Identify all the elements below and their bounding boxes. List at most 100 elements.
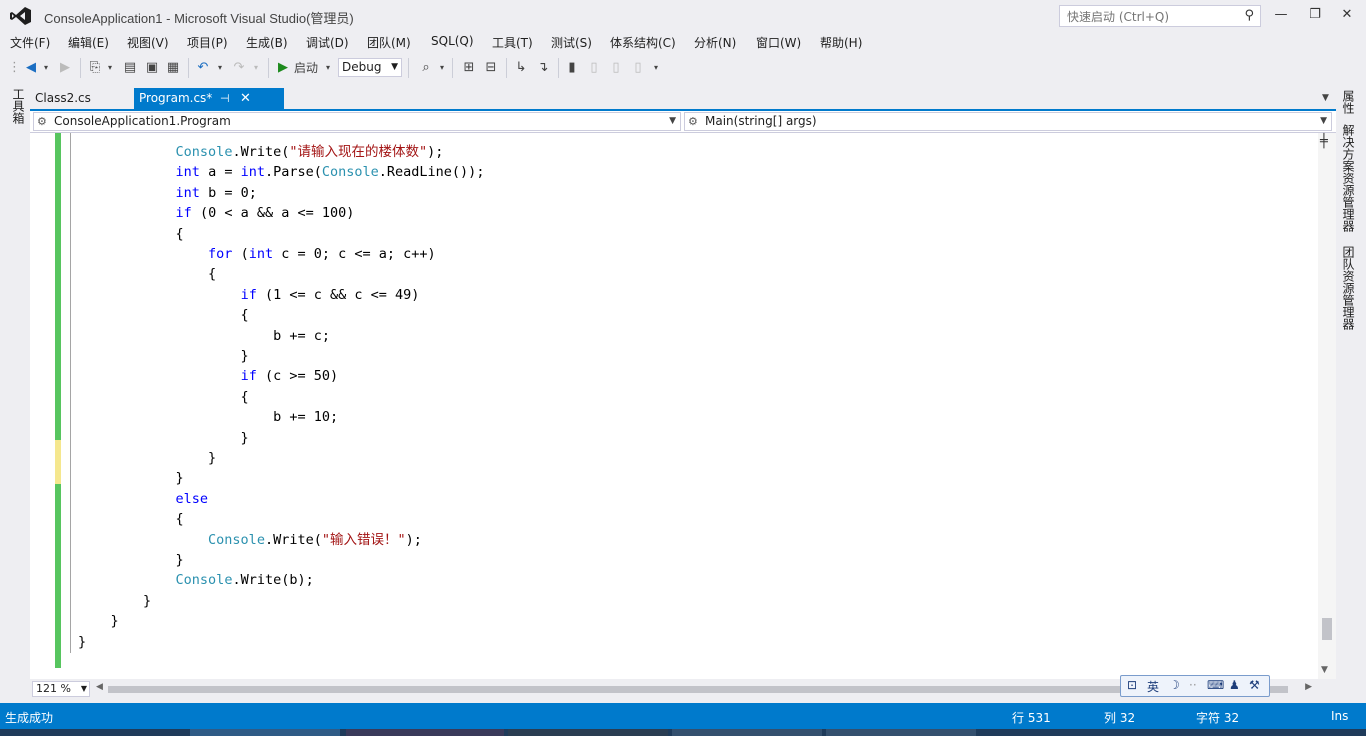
redo-dropdown-icon[interactable]: ▾ bbox=[252, 59, 260, 77]
redo-icon[interactable]: ↷ bbox=[230, 59, 248, 77]
menu-window[interactable]: 窗口(W) bbox=[756, 34, 801, 51]
minimize-button[interactable]: — bbox=[1268, 4, 1294, 26]
menu-file[interactable]: 文件(F) bbox=[10, 34, 50, 51]
start-dropdown-icon[interactable]: ▾ bbox=[324, 59, 332, 77]
split-window-icon[interactable]: ╪ bbox=[1320, 134, 1328, 149]
clear-bookmarks-icon[interactable]: ▯ bbox=[630, 59, 646, 77]
solution-explorer-tab[interactable]: 解决方案资源管理器 bbox=[1340, 124, 1357, 232]
ime-toolbar[interactable]: ⊡ 英 ☽ ·· ⌨ ♟ ⚒ bbox=[1120, 675, 1270, 697]
menu-tools[interactable]: 工具(T) bbox=[492, 34, 533, 51]
code-line: for (int c = 0; c <= a; c++) bbox=[208, 246, 436, 262]
type-scope-dropdown[interactable]: ⚙ ConsoleApplication1.Program ▼ bbox=[33, 112, 681, 131]
toolbar-overflow-icon[interactable]: ▾ bbox=[652, 59, 660, 77]
undo-dropdown-icon[interactable]: ▾ bbox=[216, 59, 224, 77]
left-tool-strip bbox=[0, 84, 30, 700]
save-icon[interactable]: ▣ bbox=[143, 59, 161, 77]
navigate-back-icon[interactable]: ◀ bbox=[22, 59, 40, 77]
visual-studio-logo-icon bbox=[10, 7, 31, 25]
code-editor[interactable]: Console.Write("请输入现在的楼体数"); int a = int.… bbox=[30, 133, 1318, 679]
code-line: int a = int.Parse(Console.ReadLine()); bbox=[175, 164, 485, 181]
tab-list-dropdown-icon[interactable]: ▼ bbox=[1322, 93, 1329, 103]
prev-bookmark-icon[interactable]: ▯ bbox=[586, 59, 602, 77]
start-debug-icon[interactable]: ▶ bbox=[276, 59, 290, 77]
taskbar-item[interactable] bbox=[826, 729, 976, 736]
close-window-button[interactable]: ✕ bbox=[1334, 4, 1360, 26]
taskbar-item[interactable] bbox=[190, 729, 340, 736]
soft-keyboard-icon[interactable]: ⌨ bbox=[1207, 678, 1224, 692]
scrollbar-thumb[interactable] bbox=[108, 686, 1288, 693]
step-over-icon[interactable]: ↴ bbox=[534, 59, 552, 77]
new-project-icon[interactable]: ⎘ bbox=[86, 59, 104, 77]
bookmark-icon[interactable]: ▮ bbox=[564, 59, 580, 77]
ime-mode-toggle[interactable]: 英 bbox=[1147, 678, 1159, 695]
scroll-left-icon[interactable]: ◀ bbox=[96, 682, 103, 692]
code-line: Console.Write(b); bbox=[175, 572, 314, 589]
save-all-icon[interactable]: ▦ bbox=[164, 59, 182, 77]
step-into-icon[interactable]: ↳ bbox=[512, 59, 530, 77]
find-in-files-icon[interactable]: ⌕ bbox=[416, 59, 436, 77]
tab-label: Program.cs* bbox=[139, 91, 213, 105]
undo-icon[interactable]: ↶ bbox=[194, 59, 212, 77]
code-line: { bbox=[78, 266, 217, 283]
scroll-down-icon[interactable]: ▼ bbox=[1321, 665, 1328, 675]
menu-architecture[interactable]: 体系结构(C) bbox=[610, 34, 676, 51]
back-dropdown-icon[interactable]: ▾ bbox=[42, 59, 50, 77]
change-indicator-unsaved bbox=[55, 440, 61, 484]
tab-program[interactable]: Program.cs* ⊣ ✕ bbox=[134, 88, 284, 109]
menu-team[interactable]: 团队(M) bbox=[367, 34, 411, 51]
half-width-moon-icon[interactable]: ☽ bbox=[1169, 678, 1180, 692]
code-line: } bbox=[78, 429, 249, 446]
menu-help[interactable]: 帮助(H) bbox=[820, 34, 862, 51]
taskbar-item[interactable] bbox=[346, 729, 504, 736]
settings-wrench-icon[interactable]: ⚒ bbox=[1249, 678, 1260, 692]
quick-launch-box[interactable]: ⚲ bbox=[1059, 5, 1261, 27]
new-project-dropdown-icon[interactable]: ▾ bbox=[106, 59, 114, 77]
next-bookmark-icon[interactable]: ▯ bbox=[608, 59, 624, 77]
menu-test[interactable]: 测试(S) bbox=[551, 34, 592, 51]
member-scope-dropdown[interactable]: ⚙ Main(string[] args) ▼ bbox=[684, 112, 1332, 131]
pin-icon[interactable]: ⊣ bbox=[220, 88, 230, 109]
close-icon[interactable]: ✕ bbox=[240, 88, 251, 109]
menu-analyze[interactable]: 分析(N) bbox=[694, 34, 736, 51]
find-dropdown-icon[interactable]: ▾ bbox=[438, 59, 446, 77]
menu-project[interactable]: 项目(P) bbox=[187, 34, 228, 51]
menu-view[interactable]: 视图(V) bbox=[127, 34, 169, 51]
toolbar-grip[interactable]: ⋮ bbox=[8, 59, 21, 77]
change-indicator-saved bbox=[55, 484, 61, 668]
search-icon[interactable]: ⚲ bbox=[1244, 8, 1254, 23]
navigate-forward-icon[interactable]: ▶ bbox=[57, 59, 73, 77]
properties-window-icon[interactable]: ⊟ bbox=[482, 59, 500, 77]
menu-edit[interactable]: 编辑(E) bbox=[68, 34, 109, 51]
start-debug-button[interactable]: 启动 bbox=[294, 59, 326, 77]
code-line: } bbox=[78, 470, 184, 487]
menu-debug[interactable]: 调试(D) bbox=[306, 34, 349, 51]
status-message: 生成成功 bbox=[5, 711, 54, 725]
chevron-down-icon: ▼ bbox=[1320, 116, 1327, 126]
taskbar-item[interactable] bbox=[672, 729, 822, 736]
ime-logo-icon[interactable]: ⊡ bbox=[1127, 678, 1137, 692]
toolbox-tab[interactable]: 工具箱 bbox=[10, 88, 27, 124]
solution-configuration-select[interactable]: Debug ▼ bbox=[338, 58, 402, 77]
code-line: } bbox=[78, 633, 87, 650]
window-title: ConsoleApplication1 - Microsoft Visual S… bbox=[44, 11, 354, 26]
code-line: { bbox=[78, 225, 184, 242]
tab-class2[interactable]: Class2.cs bbox=[30, 88, 134, 109]
code-line: { bbox=[78, 307, 249, 324]
properties-tab[interactable]: 属性 bbox=[1340, 90, 1357, 114]
solution-explorer-icon[interactable]: ⊞ bbox=[460, 59, 478, 77]
scrollbar-thumb[interactable] bbox=[1322, 618, 1332, 640]
vertical-scrollbar[interactable]: ▼ bbox=[1318, 133, 1336, 679]
user-icon[interactable]: ♟ bbox=[1229, 678, 1240, 692]
code-line: b += 10; bbox=[78, 409, 339, 426]
punctuation-icon[interactable]: ·· bbox=[1189, 678, 1197, 692]
code-line: if (1 <= c && c <= 49) bbox=[240, 286, 420, 303]
maximize-button[interactable]: ❐ bbox=[1302, 4, 1328, 26]
taskbar-item[interactable] bbox=[508, 729, 668, 736]
scroll-right-icon[interactable]: ▶ bbox=[1305, 682, 1312, 692]
menu-build[interactable]: 生成(B) bbox=[246, 34, 288, 51]
menu-sql[interactable]: SQL(Q) bbox=[431, 34, 474, 48]
team-explorer-tab[interactable]: 团队资源管理器 bbox=[1340, 246, 1357, 330]
zoom-select[interactable]: 121 % ▼ bbox=[32, 681, 90, 697]
quick-launch-input[interactable] bbox=[1065, 7, 1239, 27]
open-file-icon[interactable]: ▤ bbox=[121, 59, 139, 77]
